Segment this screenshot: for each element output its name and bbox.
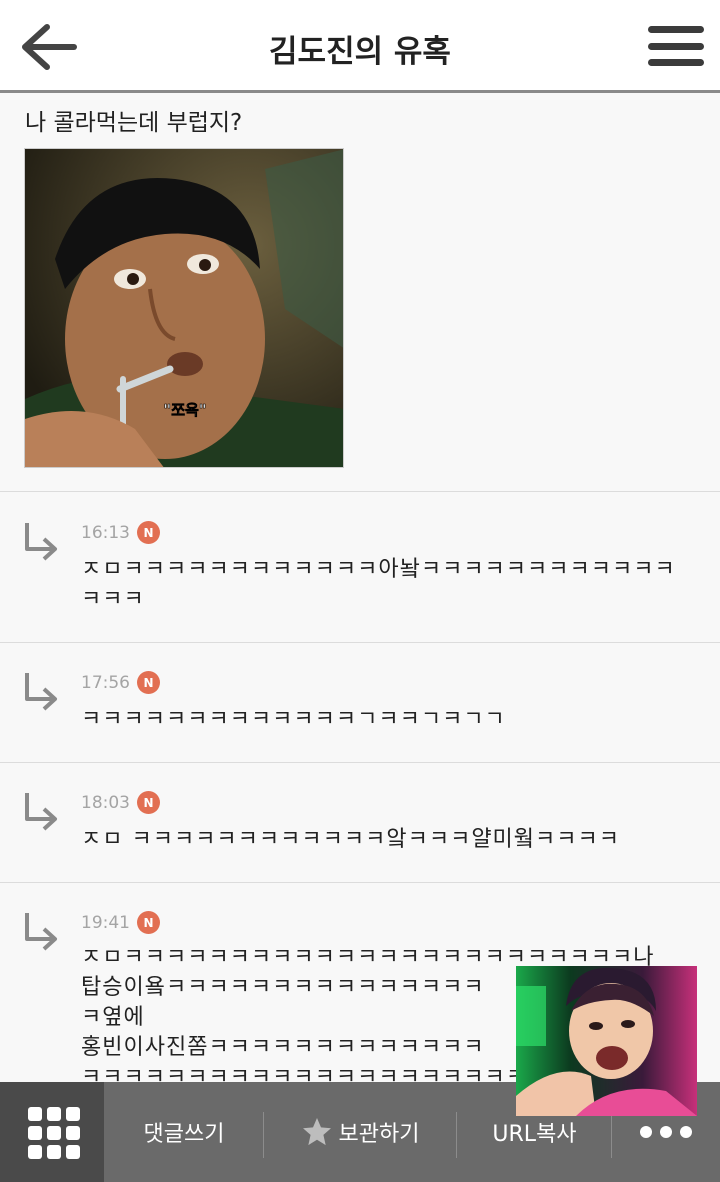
comment-text: ㅈㅁㅋㅋㅋㅋㅋㅋㅋㅋㅋㅋㅋㅋ아놬ㅋㅋㅋㅋㅋㅋㅋㅋㅋㅋㅋㅋㅋㅋㅋ	[81, 557, 676, 612]
floating-image[interactable]	[516, 966, 697, 1116]
reply-arrow-icon	[25, 913, 57, 951]
comment-time: 17:56	[81, 672, 130, 693]
hamburger-menu-icon[interactable]	[646, 20, 706, 72]
comment-item: 18:03 N ㅈㅁ ㅋㅋㅋㅋㅋㅋㅋㅋㅋㅋㅋㅋ앜ㅋㅋㅋ얄미웤ㅋㅋㅋㅋ	[0, 763, 720, 883]
post: 나 콜라먹는데 부럽지? "쪼옥"	[0, 96, 720, 492]
comment-time: 19:41	[81, 912, 130, 933]
new-badge: N	[137, 521, 160, 544]
comment-item: 16:13 N ㅈㅁㅋㅋㅋㅋㅋㅋㅋㅋㅋㅋㅋㅋ아놬ㅋㅋㅋㅋㅋㅋㅋㅋㅋㅋㅋㅋㅋㅋㅋ	[0, 493, 720, 643]
reply-arrow-icon	[25, 793, 57, 831]
save-label: 보관하기	[338, 1122, 420, 1147]
image-caption: "쪼옥"	[163, 401, 206, 419]
comment-text: ㅈㅁ ㅋㅋㅋㅋㅋㅋㅋㅋㅋㅋㅋㅋ앜ㅋㅋㅋ얄미웤ㅋㅋㅋㅋ	[81, 827, 620, 852]
comment-time: 18:03	[81, 792, 130, 813]
copy-url-label: URL복사	[492, 1122, 577, 1147]
app-header: 김도진의 유혹	[0, 0, 720, 93]
comment-time: 16:13	[81, 522, 130, 543]
new-badge: N	[137, 911, 160, 934]
comment-text: ㅋㅋㅋㅋㅋㅋㅋㅋㅋㅋㅋㅋㅋㄱㅋㅋㄱㅋㄱㄱ	[81, 707, 506, 732]
new-badge: N	[137, 671, 160, 694]
post-image[interactable]: "쪼옥"	[24, 148, 344, 468]
write-comment-button[interactable]: 댓글쓰기	[104, 1082, 264, 1182]
grid-menu-icon[interactable]	[0, 1082, 104, 1182]
page-title: 김도진의 유혹	[269, 34, 451, 70]
reply-arrow-icon	[25, 523, 57, 561]
comment-item: 17:56 N ㅋㅋㅋㅋㅋㅋㅋㅋㅋㅋㅋㅋㅋㄱㅋㅋㄱㅋㄱㄱ	[0, 643, 720, 763]
reply-arrow-icon	[25, 673, 57, 711]
write-comment-label: 댓글쓰기	[143, 1122, 225, 1147]
new-badge: N	[137, 791, 160, 814]
star-icon	[302, 1118, 331, 1146]
back-button[interactable]	[14, 16, 80, 78]
post-text: 나 콜라먹는데 부럽지?	[25, 110, 243, 136]
arrow-left-icon	[22, 24, 77, 70]
save-button[interactable]: 보관하기	[264, 1082, 456, 1182]
